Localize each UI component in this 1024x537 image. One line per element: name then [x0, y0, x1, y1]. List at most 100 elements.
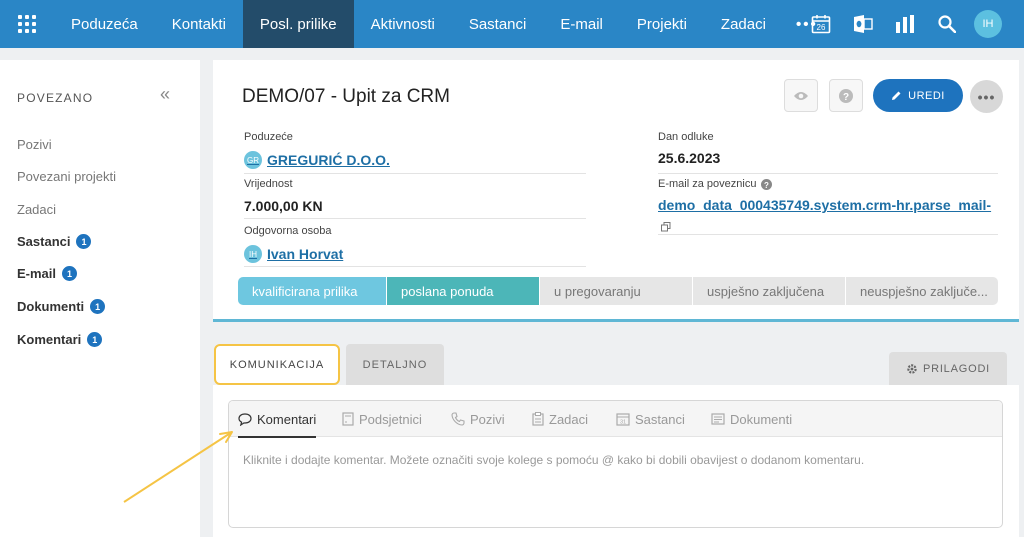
value-label: Vrijednost — [244, 178, 293, 190]
collapse-sidebar-icon[interactable]: « — [160, 84, 170, 105]
stage-u-pregovaranju[interactable]: u pregovaranju — [540, 277, 692, 305]
help-icon: ? — [839, 88, 853, 103]
sidebar-item-label: Pozivi — [17, 137, 52, 152]
edit-button-label: UREDI — [908, 89, 945, 102]
comm-tab-komentari[interactable]: Komentari — [238, 401, 317, 438]
sidebar-related: POVEZANO « Pozivi Povezani projekti Zada… — [0, 60, 200, 537]
svg-text:31: 31 — [620, 420, 626, 426]
stage-poslana-ponuda[interactable]: poslana ponuda — [387, 277, 539, 305]
help-icon[interactable]: ? — [761, 178, 773, 190]
nav-item-email[interactable]: E-mail — [543, 0, 620, 48]
company-label: Poduzeće — [244, 131, 293, 143]
owner-avatar: IH — [244, 245, 262, 263]
sidebar-item-email[interactable]: E-mail 1 — [17, 266, 78, 281]
nav-item-poduzeca[interactable]: Poduzeća — [54, 0, 155, 48]
deal-card: DEMO/07 - Upit za CRM ? UREDI ••• Poduze… — [213, 60, 1019, 322]
comm-tab-label: Podsjetnici — [359, 411, 422, 427]
divider — [244, 266, 586, 267]
search-icon[interactable] — [926, 0, 968, 48]
reminder-icon — [342, 412, 354, 426]
sidebar-item-label: Zadaci — [17, 202, 57, 217]
sidebar-item-label: Sastanci — [17, 234, 71, 249]
deal-value: 7.000,00 KN — [244, 198, 323, 214]
owner-name: Ivan Horvat — [267, 246, 344, 262]
divider — [244, 218, 586, 219]
count-badge: 1 — [76, 234, 92, 249]
decision-date-label: Dan odluke — [658, 131, 714, 143]
outlook-icon[interactable] — [842, 0, 884, 48]
sidebar-item-label: Komentari — [17, 332, 82, 347]
comm-tab-zadaci[interactable]: Zadaci — [532, 401, 588, 437]
comm-tab-label: Zadaci — [549, 411, 589, 427]
comm-tab-dokumenti[interactable]: Dokumenti — [711, 401, 792, 437]
stage-neuspjesno-zakljucena[interactable]: neuspješno zaključe... — [846, 277, 998, 305]
sidebar-item-zadaci[interactable]: Zadaci — [17, 202, 56, 217]
calendar-icon[interactable]: 26 — [800, 0, 842, 48]
sidebar-item-sastanci[interactable]: Sastanci 1 — [17, 234, 92, 249]
eye-icon — [794, 91, 808, 100]
company-avatar: GR — [244, 151, 262, 169]
stage-uspjesno-zakljucena[interactable]: uspješno zaključena — [693, 277, 845, 305]
phone-icon — [451, 412, 465, 426]
divider — [658, 234, 998, 235]
documents-icon — [711, 413, 725, 425]
edit-button[interactable]: UREDI — [873, 79, 963, 112]
svg-text:?: ? — [843, 92, 849, 103]
tab-komunikacija[interactable]: KOMUNIKACIJA — [214, 344, 340, 385]
nav-item-projekti[interactable]: Projekti — [620, 0, 704, 48]
comm-tab-label: Pozivi — [470, 411, 505, 427]
help-button[interactable]: ? — [829, 79, 863, 112]
nav-item-kontakti[interactable]: Kontakti — [155, 0, 243, 48]
sidebar-item-povezani-projekti[interactable]: Povezani projekti — [17, 169, 116, 184]
nav-item-aktivnosti[interactable]: Aktivnosti — [354, 0, 452, 48]
svg-text:?: ? — [764, 180, 769, 189]
clipboard-icon — [532, 412, 544, 426]
sidebar-item-label: Dokumenti — [17, 299, 85, 314]
watch-button[interactable] — [784, 79, 818, 112]
tab-detaljno[interactable]: DETALJNO — [346, 344, 444, 385]
comment-icon — [238, 412, 252, 426]
comm-tab-podsjetnici[interactable]: Podsjetnici — [342, 401, 422, 437]
sidebar-item-pozivi[interactable]: Pozivi — [17, 137, 52, 152]
divider — [658, 173, 998, 174]
comment-box: Komentari Podsjetnici Pozivi Zadaci 31 S… — [228, 400, 1003, 528]
top-navigation: Poduzeća Kontakti Posl. prilike Aktivnos… — [0, 0, 1024, 48]
more-actions-button[interactable]: ••• — [970, 80, 1003, 113]
divider — [244, 173, 586, 174]
comm-tab-pozivi[interactable]: Pozivi — [451, 401, 505, 437]
stage-kvalificirana-prilika[interactable]: kvalificirana prilika — [238, 277, 386, 305]
company-link[interactable]: GR GREGURIĆ D.O.O. — [244, 151, 390, 169]
page-title: DEMO/07 - Upit za CRM — [242, 86, 450, 107]
gear-icon — [907, 363, 917, 374]
sidebar-item-dokumenti[interactable]: Dokumenti 1 — [17, 299, 106, 314]
email-link-label: E-mail za poveznicu ? — [658, 178, 773, 190]
sidebar-heading: POVEZANO — [17, 91, 94, 105]
comment-input[interactable]: Kliknite i dodajte komentar. Možete ozna… — [243, 453, 864, 467]
count-badge: 1 — [90, 299, 106, 314]
company-name: GREGURIĆ D.O.O. — [267, 152, 390, 168]
communication-tabs: Komentari Podsjetnici Pozivi Zadaci 31 S… — [229, 401, 1002, 438]
decision-date: 25.6.2023 — [658, 150, 721, 166]
count-badge: 1 — [62, 266, 78, 281]
customize-button[interactable]: PRILAGODI — [889, 352, 1007, 385]
comm-tab-sastanci[interactable]: 31 Sastanci — [616, 401, 685, 437]
calendar-icon: 31 — [616, 413, 630, 426]
sidebar-item-komentari[interactable]: Komentari 1 — [17, 332, 103, 347]
email-link-label-text: E-mail za poveznicu — [658, 178, 757, 190]
bar-chart-icon[interactable] — [884, 0, 926, 48]
customize-label: PRILAGODI — [922, 362, 991, 375]
owner-label: Odgovorna osoba — [244, 225, 332, 237]
nav-item-zadaci[interactable]: Zadaci — [704, 0, 783, 48]
nav-item-sastanci[interactable]: Sastanci — [452, 0, 544, 48]
owner-link[interactable]: IH Ivan Horvat — [244, 245, 343, 263]
user-avatar[interactable]: IH — [974, 10, 1002, 38]
calendar-day-text: 26 — [817, 23, 826, 32]
comm-tab-label: Dokumenti — [730, 411, 793, 427]
nav-item-poslovne-prilike[interactable]: Posl. prilike — [242, 0, 354, 48]
deal-email-link[interactable]: demo_data_000435749.system.crm-hr.parse_… — [658, 197, 998, 213]
comm-tab-label: Sastanci — [635, 411, 685, 427]
sidebar-item-label: Povezani projekti — [17, 169, 116, 184]
comm-tab-label: Komentari — [257, 411, 317, 427]
pencil-icon — [892, 91, 901, 100]
app-grid-icon[interactable] — [0, 0, 54, 48]
